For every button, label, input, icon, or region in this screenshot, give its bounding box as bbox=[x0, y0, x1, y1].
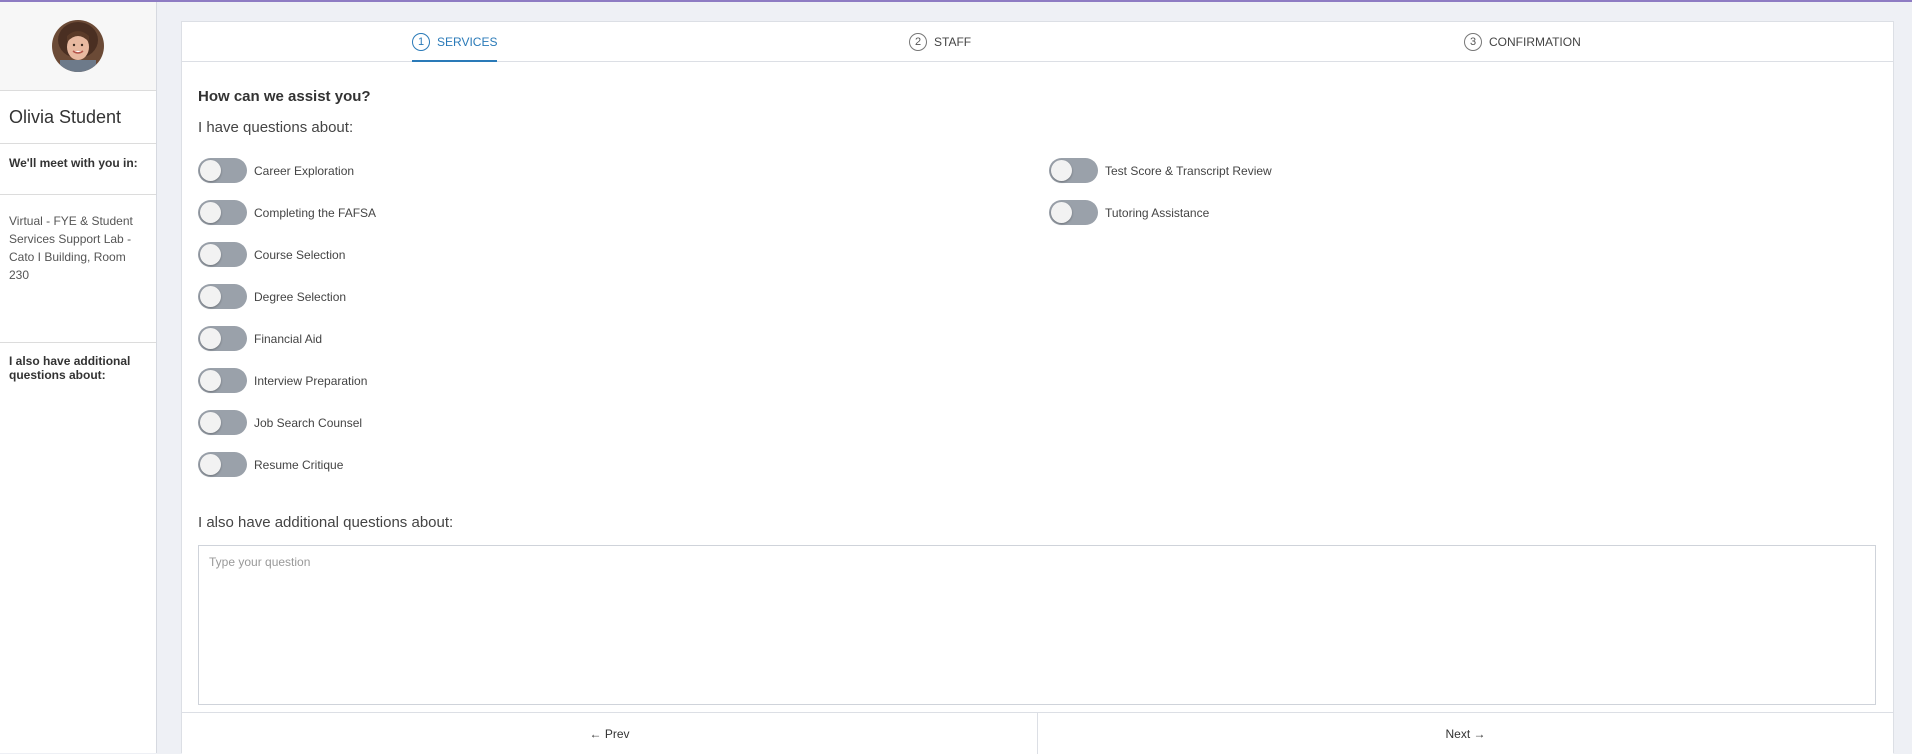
toggle-test-score-transcript-review[interactable]: Test Score & Transcript Review bbox=[1049, 158, 1272, 183]
toggle-switch[interactable] bbox=[198, 326, 247, 351]
toggle-label: Job Search Counsel bbox=[254, 415, 363, 430]
meeting-location: Virtual - FYE & Student Services Support… bbox=[0, 195, 156, 343]
toggle-label: Interview Preparation bbox=[254, 373, 368, 388]
toggle-course-selection[interactable]: Course Selection bbox=[198, 242, 345, 267]
avatar-container bbox=[0, 2, 156, 91]
toggle-knob bbox=[200, 370, 221, 391]
toggle-switch[interactable] bbox=[198, 242, 247, 267]
step-label: SERVICES bbox=[437, 35, 498, 49]
sidebar: Olivia Student We'll meet with you in: V… bbox=[0, 2, 157, 753]
toggle-completing-fafsa[interactable]: Completing the FAFSA bbox=[198, 200, 376, 225]
toggle-career-exploration[interactable]: Career Exploration bbox=[198, 158, 354, 183]
wizard-footer: ← Prev Next → bbox=[182, 712, 1893, 754]
step-number: 1 bbox=[412, 33, 430, 51]
toggle-label: Course Selection bbox=[254, 247, 346, 262]
toggle-financial-aid[interactable]: Financial Aid bbox=[198, 326, 322, 351]
toggle-label: Degree Selection bbox=[254, 289, 347, 304]
toggle-knob bbox=[200, 328, 221, 349]
toggle-label: Career Exploration bbox=[254, 163, 355, 178]
toggle-knob bbox=[200, 160, 221, 181]
toggle-switch[interactable] bbox=[198, 368, 247, 393]
toggle-label: Completing the FAFSA bbox=[254, 205, 377, 220]
toggle-knob bbox=[200, 286, 221, 307]
toggle-resume-critique[interactable]: Resume Critique bbox=[198, 452, 343, 477]
services-form: How can we assist you? I have questions … bbox=[182, 88, 1893, 710]
form-heading: How can we assist you? bbox=[198, 88, 371, 105]
toggle-knob bbox=[1051, 202, 1072, 223]
toggle-knob bbox=[200, 202, 221, 223]
user-name: Olivia Student bbox=[0, 91, 156, 144]
toggle-knob bbox=[200, 412, 221, 433]
toggle-job-search-counsel[interactable]: Job Search Counsel bbox=[198, 410, 362, 435]
step-number: 3 bbox=[1464, 33, 1482, 51]
toggle-label: Resume Critique bbox=[254, 457, 344, 472]
question-input[interactable] bbox=[198, 545, 1876, 705]
meeting-location-label: We'll meet with you in: bbox=[0, 144, 156, 195]
step-label: CONFIRMATION bbox=[1489, 35, 1581, 49]
additional-questions-heading: I also have additional questions about: bbox=[198, 514, 454, 531]
step-number: 2 bbox=[909, 33, 927, 51]
toggle-knob bbox=[200, 244, 221, 265]
avatar bbox=[52, 20, 104, 72]
toggle-label: Test Score & Transcript Review bbox=[1105, 163, 1272, 178]
additional-questions-label: I also have additional questions about: bbox=[9, 354, 131, 382]
toggle-interview-preparation[interactable]: Interview Preparation bbox=[198, 368, 367, 393]
toggle-switch[interactable] bbox=[1049, 158, 1098, 183]
step-tabs: 1 SERVICES 2 STAFF 3 CONFIRMATION bbox=[182, 22, 1893, 62]
tab-staff[interactable]: 2 STAFF bbox=[909, 33, 971, 60]
toggle-tutoring-assistance[interactable]: Tutoring Assistance bbox=[1049, 200, 1209, 225]
toggle-switch[interactable] bbox=[198, 410, 247, 435]
tab-confirmation[interactable]: 3 CONFIRMATION bbox=[1464, 33, 1581, 60]
toggle-switch[interactable] bbox=[198, 452, 247, 477]
step-label: STAFF bbox=[934, 35, 972, 49]
toggle-switch[interactable] bbox=[198, 284, 247, 309]
toggle-label: Financial Aid bbox=[254, 331, 323, 346]
toggle-knob bbox=[1051, 160, 1072, 181]
prev-button[interactable]: ← Prev bbox=[182, 713, 1038, 754]
toggle-switch[interactable] bbox=[198, 158, 247, 183]
toggle-degree-selection[interactable]: Degree Selection bbox=[198, 284, 346, 309]
appointment-card: 1 SERVICES 2 STAFF 3 CONFIRMATION How ca… bbox=[181, 21, 1894, 754]
toggle-label: Tutoring Assistance bbox=[1105, 205, 1210, 220]
tab-services[interactable]: 1 SERVICES bbox=[412, 33, 498, 62]
top-accent-line bbox=[0, 0, 1912, 2]
next-button[interactable]: Next → bbox=[1038, 713, 1893, 754]
toggle-switch[interactable] bbox=[1049, 200, 1098, 225]
toggle-switch[interactable] bbox=[198, 200, 247, 225]
form-subheading: I have questions about: bbox=[198, 119, 354, 136]
service-toggle-list: Career Exploration Completing the FAFSA … bbox=[198, 145, 1877, 513]
toggle-knob bbox=[200, 454, 221, 475]
